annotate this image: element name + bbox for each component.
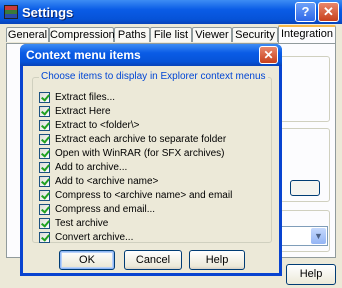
context-items-group: Choose items to display in Explorer cont… <box>32 71 272 243</box>
winrar-app-icon <box>4 5 18 19</box>
tab-security[interactable]: Security <box>232 27 278 42</box>
title-help-button[interactable]: ? <box>295 2 316 22</box>
checkbox-checked[interactable] <box>39 162 50 173</box>
dialog-title-bar: Context menu items ✕ <box>20 44 282 66</box>
dialog-body: Choose items to display in Explorer cont… <box>23 66 279 273</box>
group-label: Choose items to display in Explorer cont… <box>39 71 268 82</box>
checkbox-checked[interactable] <box>39 134 50 145</box>
checkbox-checked[interactable] <box>39 204 50 215</box>
dialog-close-button[interactable]: ✕ <box>259 46 278 64</box>
tab-paths[interactable]: Paths <box>114 27 150 42</box>
tab-viewer[interactable]: Viewer <box>192 27 232 42</box>
main-help-button[interactable]: Help <box>286 264 336 285</box>
cancel-button[interactable]: Cancel <box>124 250 182 270</box>
checkbox-checked[interactable] <box>39 106 50 117</box>
background-groupbox <box>280 56 330 122</box>
ok-button[interactable]: OK <box>59 250 115 270</box>
tab-compression[interactable]: Compression <box>49 27 115 42</box>
tab-file-list[interactable]: File list <box>150 27 192 42</box>
tab-general[interactable]: General <box>6 27 49 42</box>
dialog-help-button[interactable]: Help <box>189 250 245 270</box>
context-menu-items-dialog: Context menu items ✕ Choose items to dis… <box>20 44 282 276</box>
checkbox-checked[interactable] <box>39 120 50 131</box>
tab-integration[interactable]: Integration <box>278 25 336 43</box>
chevron-down-icon[interactable]: ▼ <box>311 228 326 244</box>
title-bar: Settings ? ✕ <box>0 0 342 24</box>
background-button[interactable] <box>290 180 320 196</box>
dialog-title: Context menu items <box>26 48 141 62</box>
checkbox-checked[interactable] <box>39 176 50 187</box>
checkbox-checked[interactable] <box>39 92 50 103</box>
checkbox-checked[interactable] <box>39 148 50 159</box>
checkbox-checked[interactable] <box>39 190 50 201</box>
checkbox-checked[interactable] <box>39 218 50 229</box>
checkbox-checked[interactable] <box>39 232 50 243</box>
title-close-button[interactable]: ✕ <box>318 2 339 22</box>
window-title: Settings <box>22 5 74 20</box>
